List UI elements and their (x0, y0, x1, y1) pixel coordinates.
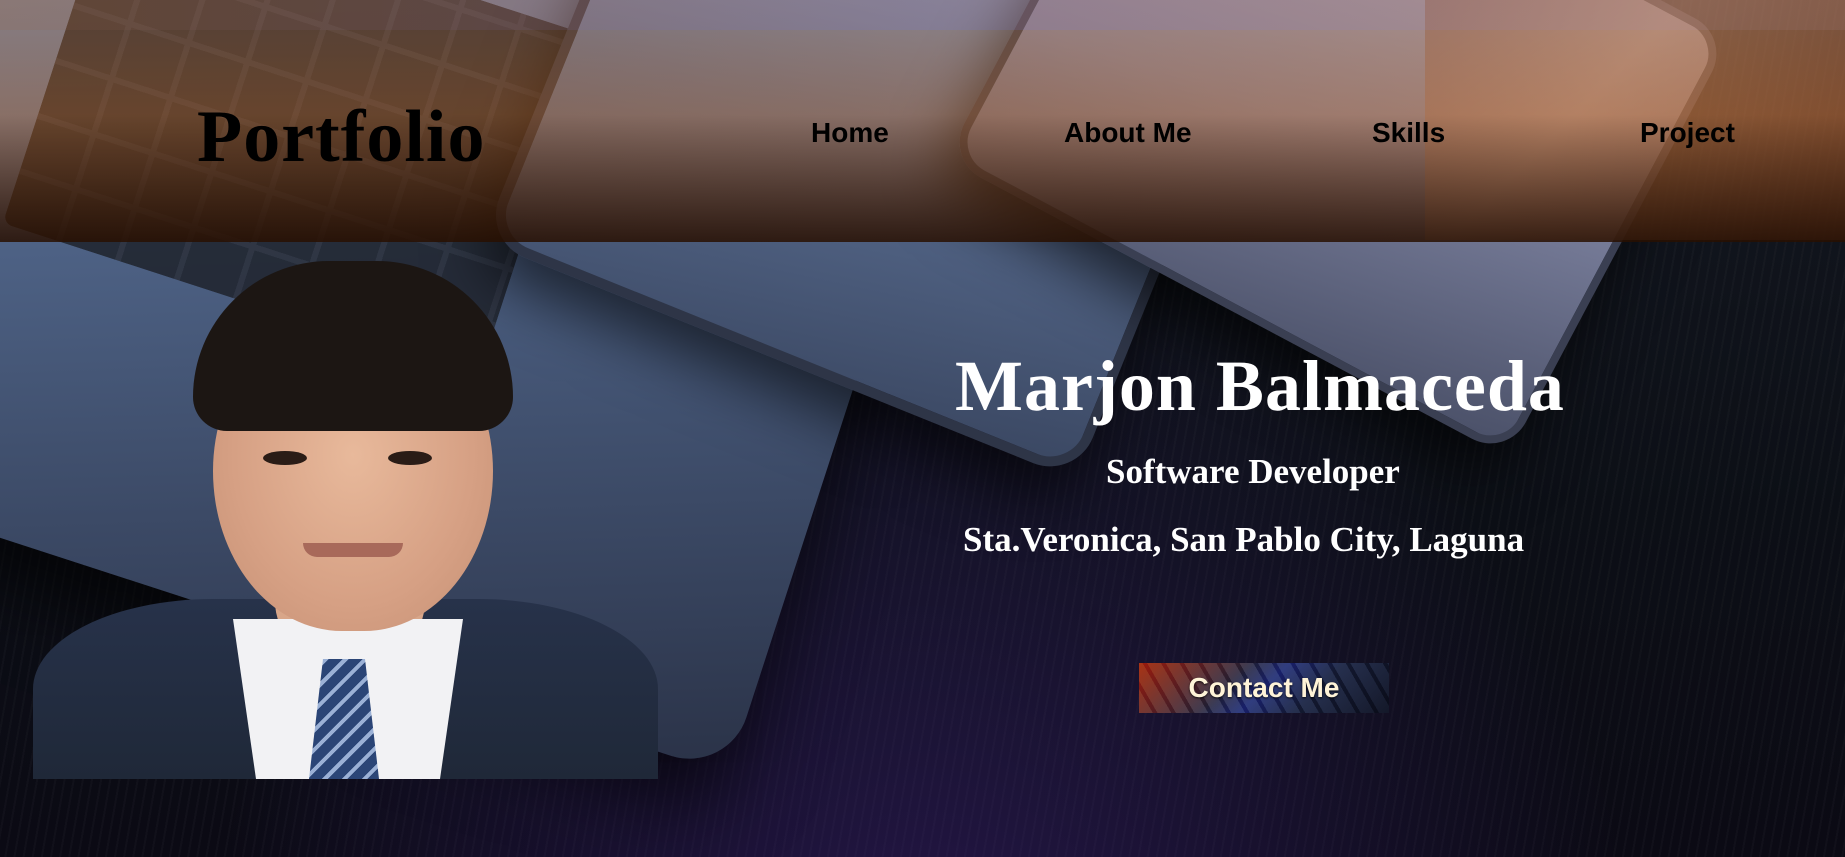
nav-home[interactable]: Home (811, 117, 889, 149)
nav-about-me[interactable]: About Me (1064, 117, 1192, 149)
photo-mouth (303, 543, 403, 557)
profile-photo (33, 241, 658, 779)
nav-project[interactable]: Project (1640, 117, 1735, 149)
photo-eye-left (263, 451, 307, 465)
hero-name: Marjon Balmaceda (955, 346, 1565, 426)
site-logo[interactable]: Portfolio (197, 95, 485, 180)
hero-location: Sta.Veronica, San Pablo City, Laguna (963, 520, 1525, 559)
photo-hair (193, 261, 513, 431)
nav-skills[interactable]: Skills (1372, 117, 1445, 149)
photo-eye-right (388, 451, 432, 465)
hero-role: Software Developer (1106, 452, 1400, 491)
top-strip (0, 0, 1845, 30)
contact-me-button[interactable]: Contact Me (1139, 663, 1389, 713)
